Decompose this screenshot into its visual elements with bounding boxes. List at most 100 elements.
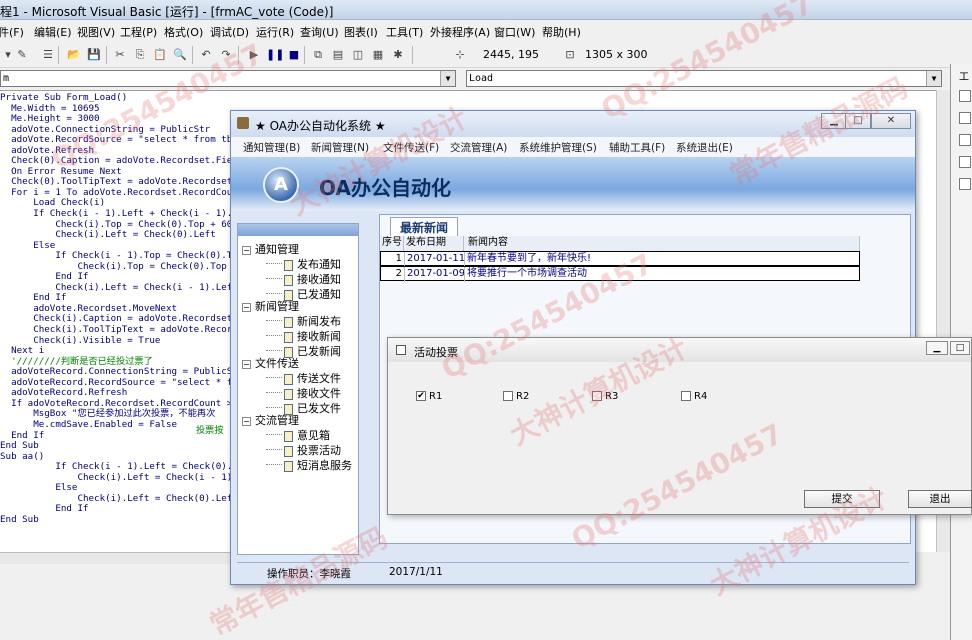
table-row[interactable]: 2 2017-01-09 将要推行一个市场调查活动: [380, 266, 860, 282]
tree-item-receive-notice[interactable]: 接收通知: [284, 271, 341, 287]
vb-menu-tools[interactable]: 工具(T): [386, 24, 423, 40]
menu-editor-icon[interactable]: ☰: [40, 47, 56, 63]
tree-item-publish-notice[interactable]: 发布通知: [284, 256, 341, 272]
tree-group-file[interactable]: − 文件传送: [242, 355, 299, 371]
vb-menu-diagram[interactable]: 图表(I): [344, 24, 378, 40]
vb-menu-format[interactable]: 格式(O): [164, 24, 203, 40]
tree-item-send-file[interactable]: 传送文件: [284, 370, 341, 386]
vote-option-r3[interactable]: R3: [592, 391, 618, 402]
tree-item-publish-news[interactable]: 新闻发布: [284, 313, 341, 329]
oa-menu-news[interactable]: 新闻管理(N): [311, 140, 369, 155]
open-project-icon[interactable]: 📂: [66, 47, 82, 63]
vote-option-r1[interactable]: ✔ R1: [416, 391, 442, 402]
object-browser-icon[interactable]: ▦: [370, 47, 386, 63]
vb-menu-addins[interactable]: 外接程序(A): [430, 24, 490, 40]
minimize-icon[interactable]: ▁: [821, 113, 847, 129]
vb-menu-view[interactable]: 视图(V): [77, 24, 115, 40]
checkbox-icon[interactable]: [681, 391, 691, 401]
form-layout-icon[interactable]: ◫: [350, 47, 366, 63]
document-icon: [284, 460, 293, 472]
redo-icon[interactable]: ↷: [218, 47, 234, 63]
collapse-icon[interactable]: −: [242, 302, 251, 312]
collapse-icon[interactable]: −: [242, 245, 251, 255]
end-icon[interactable]: ■: [286, 47, 302, 63]
copy-icon[interactable]: ⎘: [132, 47, 148, 63]
maximize-icon[interactable]: □: [845, 113, 871, 129]
tree-group-exchange[interactable]: − 交流管理: [242, 412, 299, 428]
maximize-icon[interactable]: □: [950, 341, 970, 355]
chevron-down-icon[interactable]: ▼: [926, 71, 941, 86]
column-header-date[interactable]: 发布日期: [404, 236, 464, 251]
cut-icon[interactable]: ✂: [112, 47, 128, 63]
tree-item-vote-activity[interactable]: 投票活动: [284, 442, 341, 458]
checkbox-icon[interactable]: [503, 391, 513, 401]
tree-item-sms-service[interactable]: 短消息服务: [284, 457, 352, 473]
tree-group-news[interactable]: − 新闻管理: [242, 298, 299, 314]
table-row[interactable]: 1 2017-01-11 新年春节要到了，新年快乐!: [380, 251, 860, 267]
checkbox-icon[interactable]: [592, 391, 602, 401]
tree-connector: [266, 407, 282, 408]
project-explorer-icon[interactable]: ⧉: [310, 47, 326, 63]
vote-option-label: R4: [694, 391, 708, 402]
toolbox-item-icon[interactable]: [959, 178, 971, 190]
row-content: 新年春节要到了，新年快乐!: [467, 253, 592, 264]
procedure-combo[interactable]: Load ▼: [466, 70, 942, 87]
vb-menu-help[interactable]: 帮助(H): [542, 24, 581, 40]
tree-connector: [266, 449, 282, 450]
tree-item-receive-file[interactable]: 接收文件: [284, 385, 341, 401]
oa-menu-exchange[interactable]: 交流管理(A): [450, 140, 507, 155]
oa-menu-exit[interactable]: 系统退出(E): [676, 140, 733, 155]
document-icon: [284, 373, 293, 385]
oa-menu-maintenance[interactable]: 系统维护管理(S): [519, 140, 597, 155]
toolbox-icon[interactable]: ✱: [390, 47, 406, 63]
row-number: 1: [381, 252, 405, 267]
code-lines: Private Sub Form_Load() Me.Width = 10695…: [0, 92, 254, 525]
vb-menu-debug[interactable]: 调试(D): [210, 24, 249, 40]
start-icon[interactable]: ▶: [246, 47, 262, 63]
submit-button[interactable]: 提交: [804, 490, 880, 508]
document-icon: [284, 331, 293, 343]
collapse-icon[interactable]: −: [242, 359, 251, 369]
toolbox-item-icon[interactable]: [959, 90, 971, 102]
properties-window-icon[interactable]: ▤: [330, 47, 346, 63]
break-icon[interactable]: ❚❚: [266, 47, 284, 63]
minimize-icon[interactable]: ▁: [926, 341, 948, 355]
chevron-down-icon[interactable]: ▼: [440, 71, 455, 86]
vb-menu-file[interactable]: 件(F): [0, 24, 24, 40]
document-icon: [284, 445, 293, 457]
oa-menu-tools[interactable]: 辅助工具(F): [609, 140, 665, 155]
code-horizontal-scrollbar[interactable]: [0, 552, 236, 564]
vb-menu-window[interactable]: 窗口(W): [494, 24, 535, 40]
vote-dialog-titlebar: 活动投票 ▁ □: [388, 338, 971, 362]
tree-item-receive-news[interactable]: 接收新闻: [284, 328, 341, 344]
exit-button[interactable]: 退出: [908, 490, 972, 508]
checkbox-checked-icon[interactable]: ✔: [416, 391, 426, 401]
tree-group-notice[interactable]: − 通知管理: [242, 241, 299, 257]
vb-menu-project[interactable]: 工程(P): [120, 24, 157, 40]
close-icon[interactable]: ✕: [871, 113, 911, 129]
vote-option-r4[interactable]: R4: [681, 391, 707, 402]
find-icon[interactable]: 🔍: [172, 47, 188, 63]
paste-icon[interactable]: 📋: [152, 47, 168, 63]
tree-connector: [266, 293, 282, 294]
object-combo[interactable]: m ▼: [0, 70, 456, 87]
save-project-icon[interactable]: 💾: [86, 47, 102, 63]
column-header-content[interactable]: 新闻内容: [464, 236, 860, 251]
oa-menu-notice[interactable]: 通知管理(B): [243, 140, 300, 155]
undo-icon[interactable]: ↶: [198, 47, 214, 63]
column-header-no[interactable]: 序号: [380, 236, 404, 251]
vb-menu-query[interactable]: 查询(U): [300, 24, 339, 40]
toolbox-item-icon[interactable]: [959, 112, 971, 124]
vb-menu-edit[interactable]: 编辑(E): [34, 24, 72, 40]
oa-menu-file[interactable]: 文件传送(F): [383, 140, 439, 155]
toolbox-item-icon[interactable]: [959, 156, 971, 168]
vb-menu-run[interactable]: 运行(R): [256, 24, 294, 40]
tree-item-suggestion-box[interactable]: 意见箱: [284, 427, 330, 443]
document-icon: [284, 274, 293, 286]
collapse-icon[interactable]: −: [242, 416, 251, 426]
toolbox-item-icon[interactable]: [959, 134, 971, 146]
status-operator: 操作职员：李晓霞: [267, 568, 351, 580]
vote-option-r2[interactable]: R2: [503, 391, 529, 402]
add-module-icon[interactable]: ✎: [14, 47, 30, 63]
latest-news-tab[interactable]: 最新新闻: [390, 217, 458, 237]
